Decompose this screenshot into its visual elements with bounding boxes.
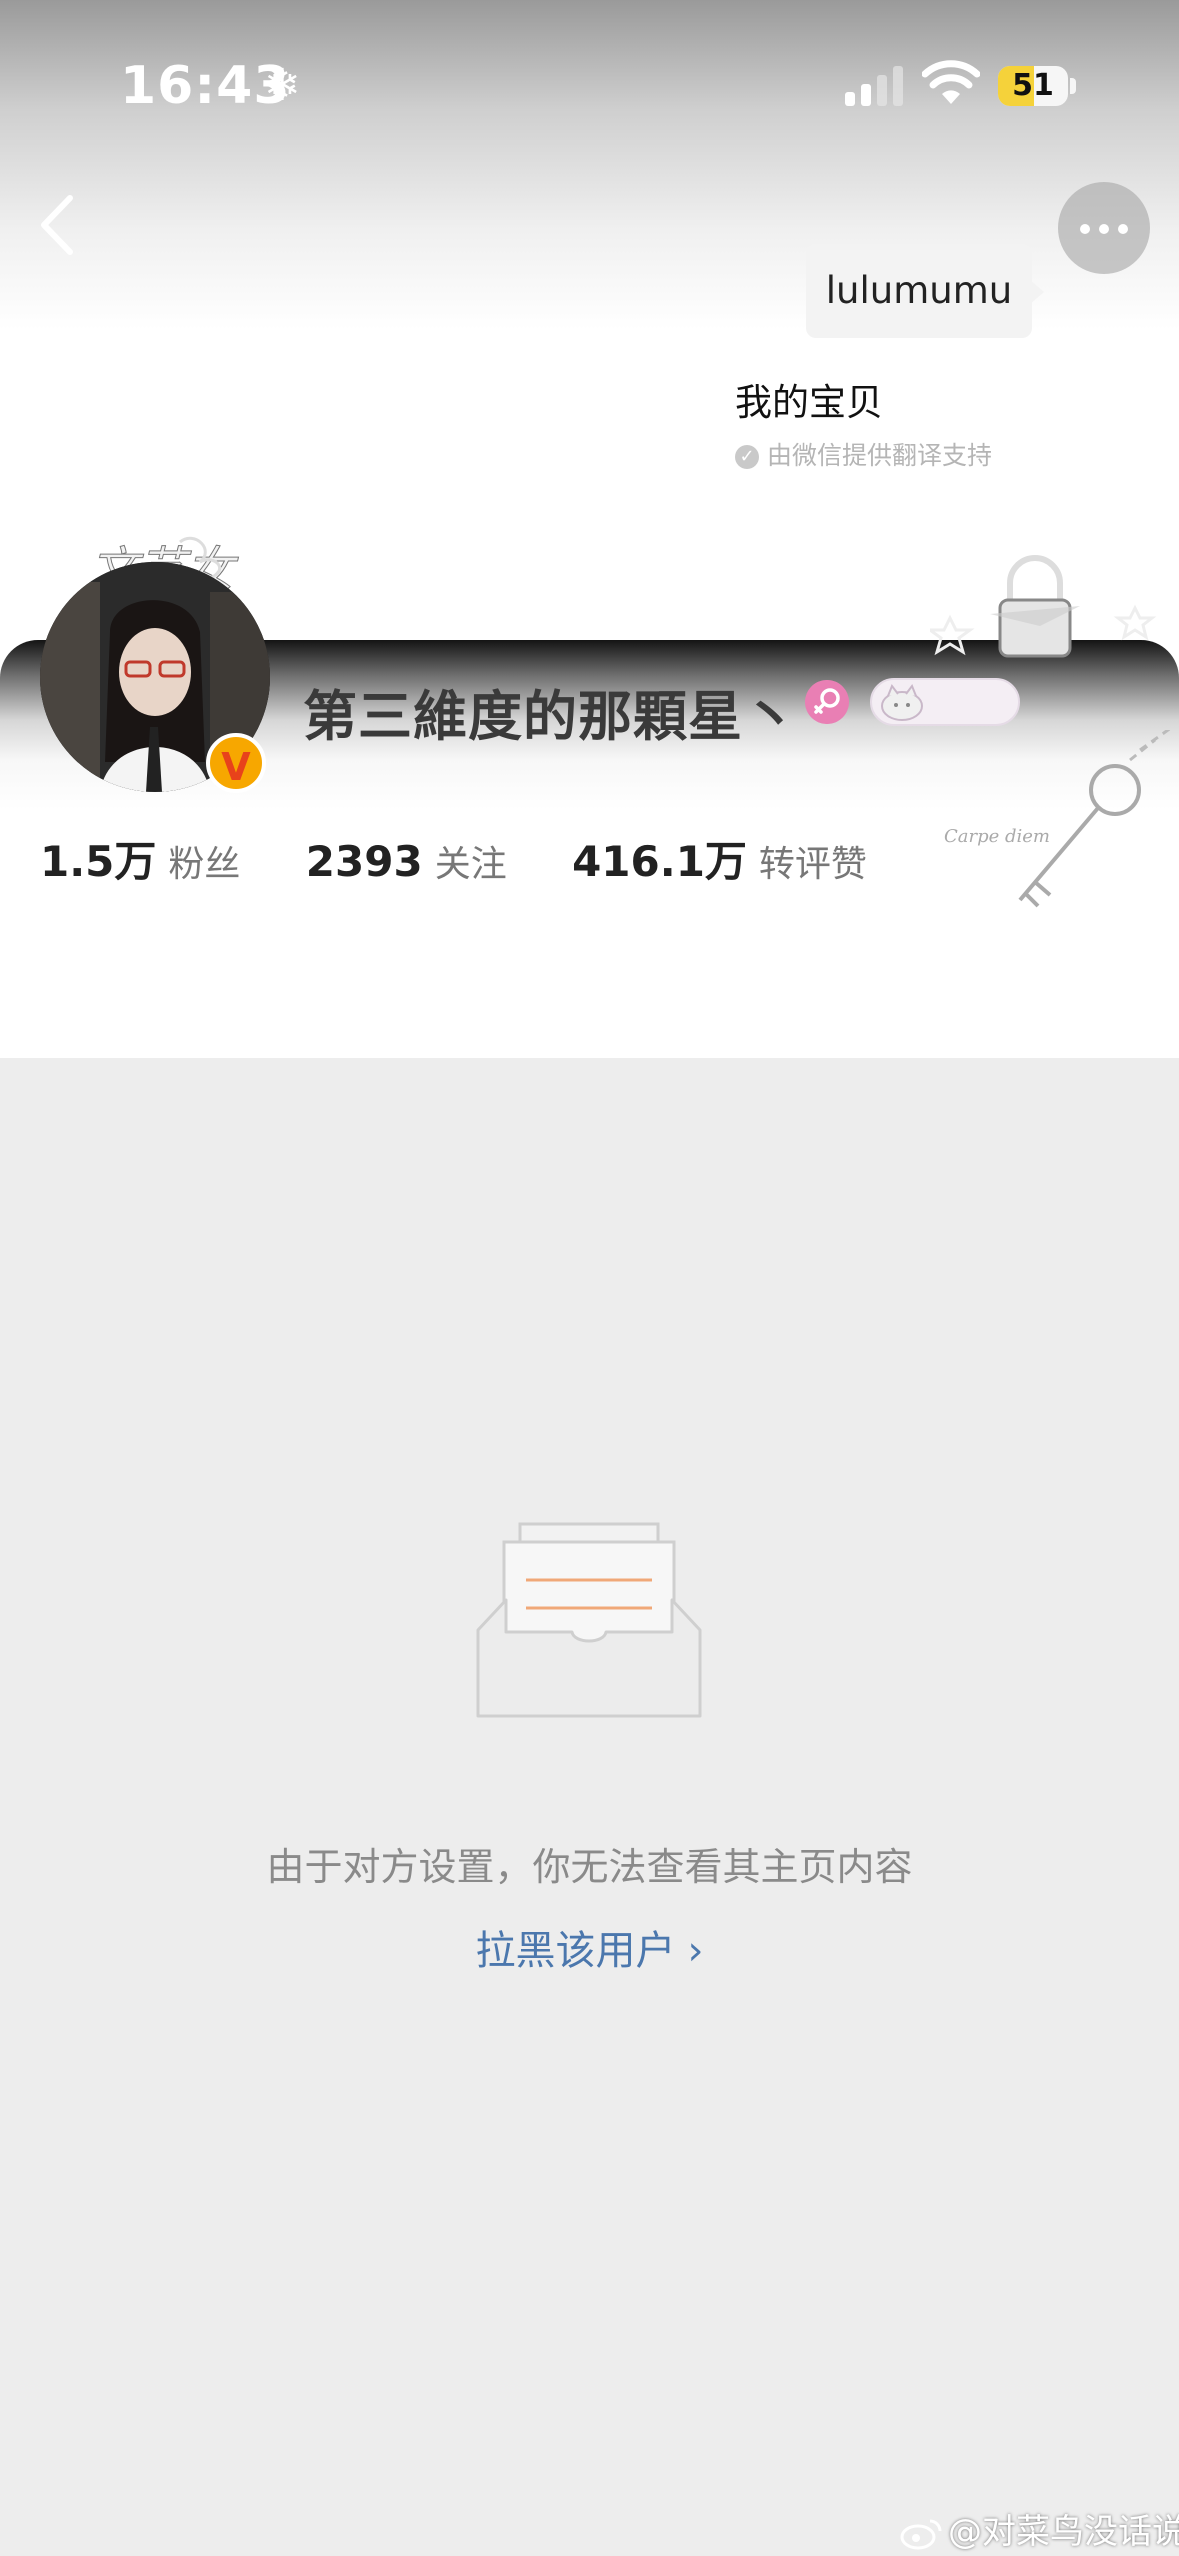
stat-label: 关注 xyxy=(434,844,507,885)
profile-stats: 1.5万 粉丝 2393 关注 416.1万 转评赞 xyxy=(40,828,919,889)
empty-state-message: 由于对方设置，你无法查看其主页内容 xyxy=(266,1845,913,1889)
battery-level: 51 xyxy=(1012,68,1054,103)
check-icon: ✓ xyxy=(735,445,759,469)
stat-label: 粉丝 xyxy=(168,844,241,885)
female-gender-icon xyxy=(805,680,849,724)
translation-note: ✓ 由微信提供翻译支持 xyxy=(735,436,992,472)
cat-badge-icon[interactable] xyxy=(870,678,1020,726)
snowflake-icon: ❄ xyxy=(264,60,301,111)
more-dots-icon xyxy=(1118,224,1128,234)
stat-followers[interactable]: 1.5万 粉丝 xyxy=(40,828,240,889)
back-button[interactable] xyxy=(28,190,88,260)
bubble-text[interactable]: lulumumu xyxy=(806,244,1032,338)
watermark-text: @对菜鸟没话说 xyxy=(948,2512,1179,2552)
stat-label: 转评赞 xyxy=(758,844,867,885)
chevron-right-icon: › xyxy=(687,1928,704,1974)
more-dots-icon xyxy=(1099,224,1109,234)
stat-value: 416.1万 xyxy=(572,837,747,886)
block-user-label: 拉黑该用户 xyxy=(475,1928,676,1974)
stat-value: 2393 xyxy=(305,837,423,886)
weibo-icon xyxy=(900,2519,942,2549)
empty-inbox-icon xyxy=(476,1522,702,1718)
wifi-icon xyxy=(922,60,980,104)
cellular-signal-icon xyxy=(845,66,903,106)
verified-badge: V xyxy=(206,733,266,793)
block-user-link[interactable]: 拉黑该用户 › xyxy=(0,1918,1179,1976)
translation-note-text: 由微信提供翻译支持 xyxy=(767,441,993,470)
translation-text: 我的宝贝 xyxy=(735,381,883,424)
stat-following[interactable]: 2393 关注 xyxy=(306,835,507,887)
stat-value: 1.5万 xyxy=(40,837,157,886)
battery-body: 51 xyxy=(998,66,1068,106)
svg-text:Carpe diem: Carpe diem xyxy=(944,826,1050,847)
profile-name: 第三維度的那顆星丶 xyxy=(303,685,798,748)
key-sticker-icon: Carpe diem xyxy=(944,730,1171,908)
lock-sticker-icon xyxy=(930,555,1157,658)
watermark: @对菜鸟没话说 xyxy=(900,2504,1179,2553)
stat-likes[interactable]: 416.1万 转评赞 xyxy=(572,828,867,889)
more-dots-icon xyxy=(1080,224,1090,234)
more-button[interactable] xyxy=(1058,182,1150,274)
battery-cap xyxy=(1070,78,1076,94)
battery-icon: 51 xyxy=(998,66,1076,106)
bubble-tail xyxy=(1030,280,1044,304)
